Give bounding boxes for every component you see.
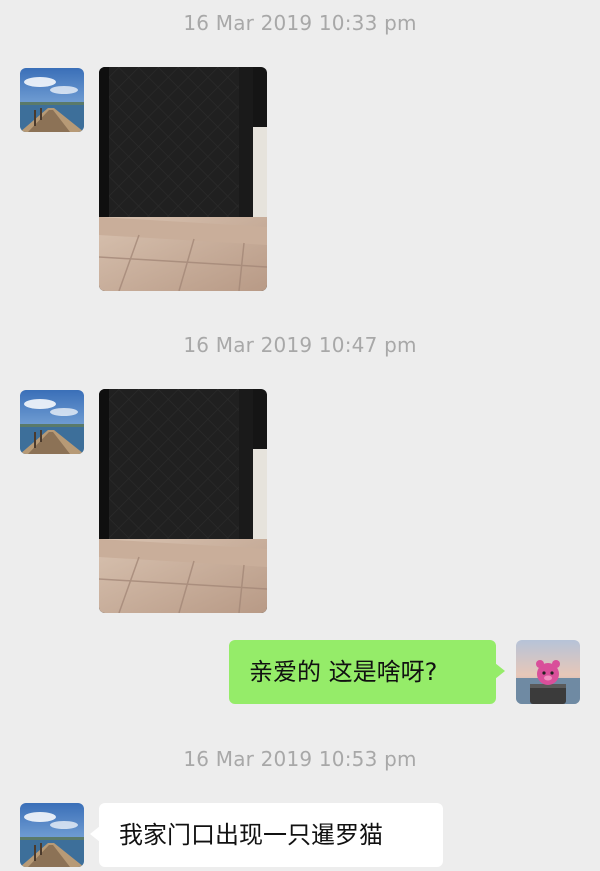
timestamp: 16 Mar 2019 10:47 pm [183, 333, 417, 357]
contact-avatar[interactable] [20, 390, 84, 454]
message-text: 我家门口出现一只暹罗猫 [119, 821, 383, 849]
contact-avatar[interactable] [20, 803, 84, 867]
bubble-tail [495, 663, 505, 679]
self-avatar[interactable] [516, 640, 580, 704]
image-message[interactable] [99, 67, 267, 291]
image-message[interactable] [99, 389, 267, 613]
contact-avatar[interactable] [20, 68, 84, 132]
incoming-message-bubble[interactable]: 我家门口出现一只暹罗猫 [90, 803, 443, 867]
outgoing-message-bubble[interactable]: 亲爱的 这是啥呀? [229, 640, 505, 704]
message-text: 亲爱的 这是啥呀? [249, 658, 438, 686]
timestamp: 16 Mar 2019 10:53 pm [183, 747, 417, 771]
bubble-tail [90, 826, 100, 842]
timestamp: 16 Mar 2019 10:33 pm [183, 11, 417, 35]
